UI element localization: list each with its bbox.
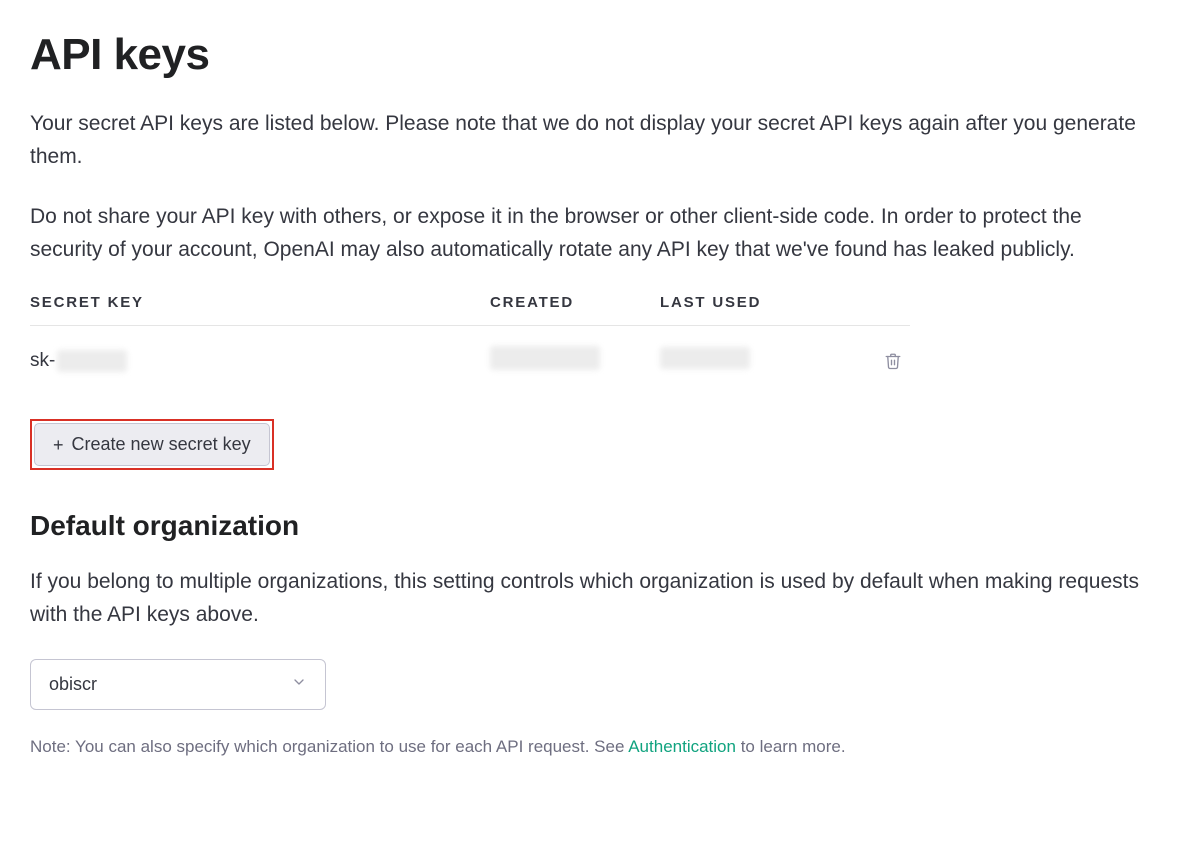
redacted-block (660, 347, 750, 369)
api-keys-table: SECRET KEY CREATED LAST USED sk- (30, 294, 910, 395)
plus-icon: + (53, 436, 64, 454)
organization-selected-value: obiscr (49, 674, 97, 695)
header-secret-key: SECRET KEY (30, 294, 490, 311)
default-org-heading: Default organization (30, 510, 1158, 542)
authentication-link[interactable]: Authentication (628, 737, 736, 756)
description-paragraph-2: Do not share your API key with others, o… (30, 201, 1150, 266)
key-prefix-text: sk- (30, 350, 55, 372)
note-prefix: Note: You can also specify which organiz… (30, 737, 628, 756)
created-cell (490, 346, 660, 375)
create-secret-key-button[interactable]: + Create new secret key (34, 423, 270, 466)
header-created: CREATED (490, 294, 660, 311)
redacted-block (57, 350, 127, 372)
chevron-down-icon (291, 674, 307, 695)
redacted-block (490, 346, 600, 370)
description-paragraph-1: Your secret API keys are listed below. P… (30, 108, 1150, 173)
last-used-cell (660, 347, 830, 374)
note-suffix: to learn more. (736, 737, 846, 756)
secret-key-cell: sk- (30, 350, 490, 372)
delete-key-button[interactable] (880, 348, 906, 374)
table-row: sk- (30, 326, 910, 395)
organization-select[interactable]: obiscr (30, 659, 326, 710)
trash-icon (884, 352, 902, 370)
highlight-annotation: + Create new secret key (30, 419, 274, 470)
create-button-label: Create new secret key (72, 434, 251, 455)
default-org-description: If you belong to multiple organizations,… (30, 566, 1150, 631)
page-title: API keys (30, 30, 1158, 80)
header-last-used: LAST USED (660, 294, 830, 311)
org-note: Note: You can also specify which organiz… (30, 734, 1158, 760)
table-header-row: SECRET KEY CREATED LAST USED (30, 294, 910, 326)
